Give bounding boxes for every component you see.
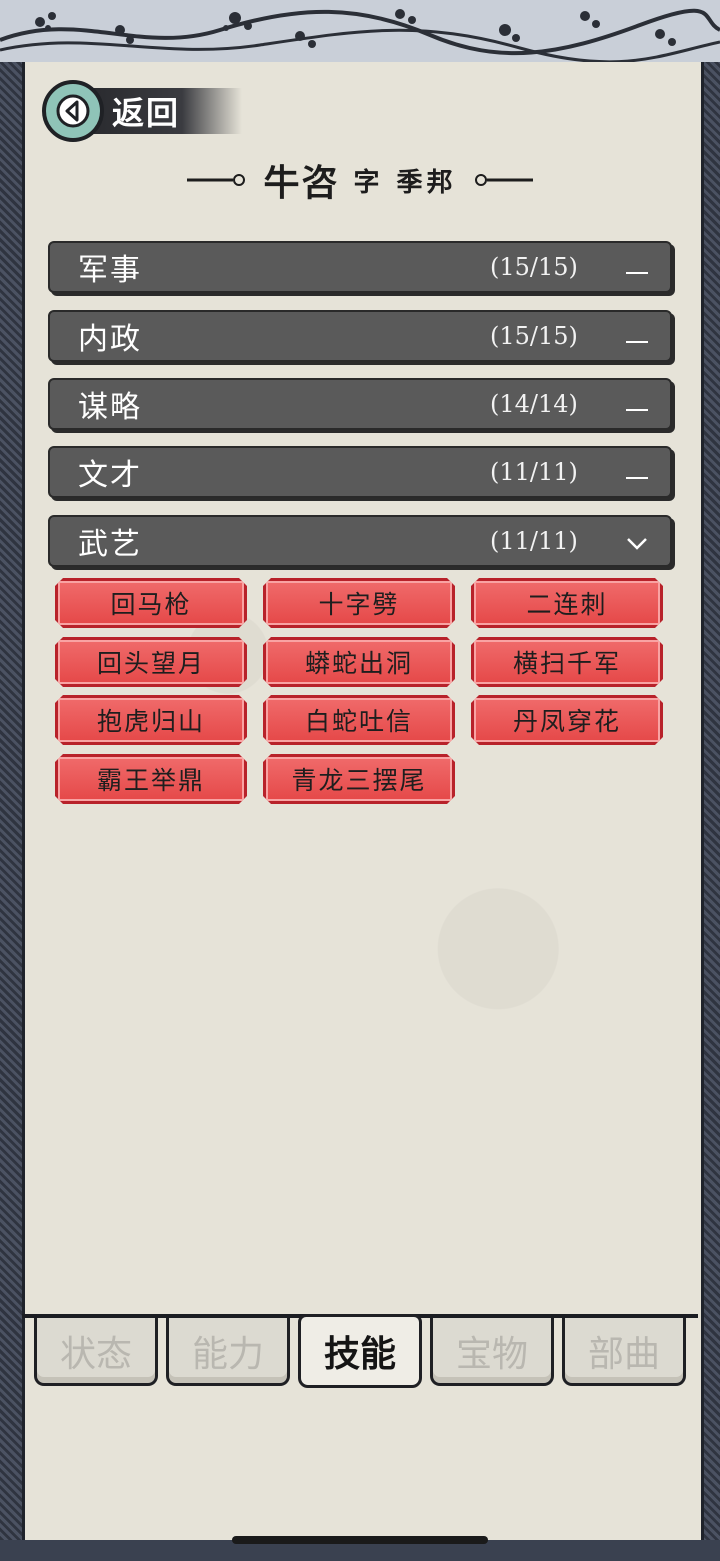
vine-ornament-icon [0,8,720,62]
skill-button[interactable]: 抱虎归山 [55,695,247,745]
category-military[interactable]: 军事 (15/15) [48,241,672,293]
right-ornament-icon [474,174,533,186]
tab-treasure[interactable]: 宝物 [430,1318,554,1386]
home-indicator[interactable] [232,1536,488,1544]
skill-button[interactable]: 十字劈 [263,578,455,628]
chevron-down-icon[interactable] [624,529,650,555]
skill-button[interactable]: 蟒蛇出洞 [263,637,455,687]
category-count: (15/15) [490,253,578,281]
category-name: 武艺 [78,527,142,562]
tab-status[interactable]: 状态 [34,1318,158,1386]
general-name: 牛咨 [263,162,340,204]
skill-button[interactable]: 二连刺 [471,578,663,628]
category-literary[interactable]: 文才 (11/11) [48,446,672,498]
category-strategy[interactable]: 谋略 (14/14) [48,378,672,430]
courtesy-name: 字 季邦 [353,167,457,198]
skill-button[interactable]: 青龙三摆尾 [263,754,455,804]
category-count: (15/15) [490,322,578,350]
left-ornament-icon [187,174,246,186]
back-label: 返回 [112,94,181,132]
top-ornament-border [0,0,720,66]
left-frame [0,62,22,1561]
collapse-dash-icon[interactable] [624,460,650,486]
skill-button[interactable]: 丹凤穿花 [471,695,663,745]
category-name: 文才 [78,458,142,493]
back-button[interactable]: 返回 [42,78,242,144]
category-martial[interactable]: 武艺 (11/11) [48,515,672,567]
tab-troops[interactable]: 部曲 [562,1318,686,1386]
chevron-left-icon [56,94,90,128]
skill-button[interactable]: 回头望月 [55,637,247,687]
skill-button[interactable]: 回马枪 [55,578,247,628]
category-name: 内政 [78,322,142,357]
skill-button[interactable]: 横扫千军 [471,637,663,687]
category-count: (11/11) [490,458,578,486]
collapse-dash-icon[interactable] [624,324,650,350]
back-strip[interactable]: 返回 [92,88,242,134]
category-name: 军事 [78,253,142,288]
category-count: (11/11) [490,527,578,555]
back-circle[interactable] [42,80,104,142]
general-title: 牛咨 字 季邦 [160,155,560,205]
collapse-dash-icon[interactable] [624,392,650,418]
collapse-dash-icon[interactable] [624,255,650,281]
tab-ability[interactable]: 能力 [166,1318,290,1386]
skill-button[interactable]: 霸王举鼎 [55,754,247,804]
category-name: 谋略 [78,390,142,425]
category-count: (14/14) [490,390,578,418]
tab-skills[interactable]: 技能 [298,1314,422,1388]
skill-button[interactable]: 白蛇吐信 [263,695,455,745]
category-politics[interactable]: 内政 (15/15) [48,310,672,362]
